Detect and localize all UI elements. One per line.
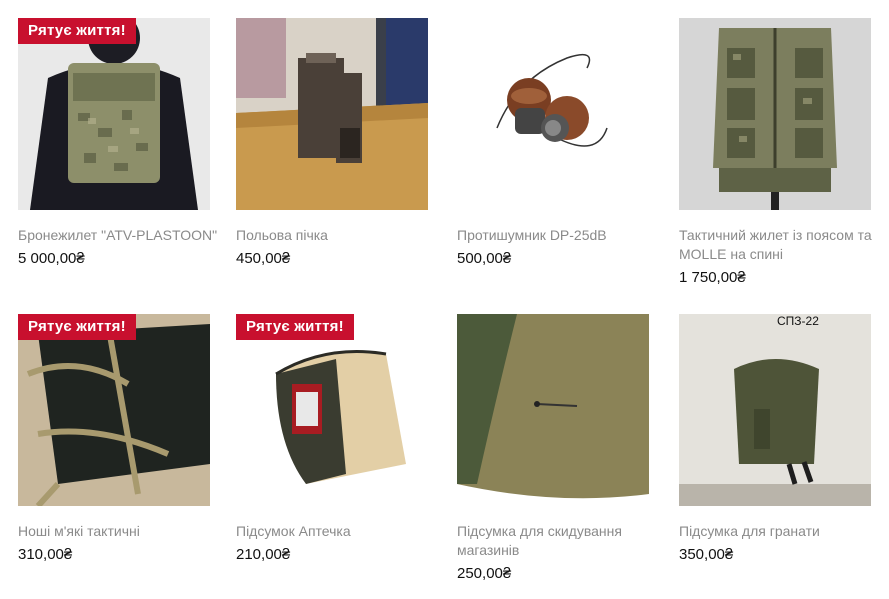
- product-title[interactable]: Підсумок Аптечка: [236, 522, 436, 541]
- product-card[interactable]: Підсумка для скидування магазинів 250,00…: [457, 314, 649, 584]
- product-price: 350,00₴: [679, 546, 734, 563]
- product-card[interactable]: Польова пічка 450,00₴: [236, 18, 428, 269]
- product-card[interactable]: СПЗ-22 Підсумка для гранати 350,00₴: [679, 314, 871, 565]
- product-title[interactable]: Підсумка для гранати: [679, 522, 879, 541]
- product-card[interactable]: Рятує життя! Підсумок Аптечка 210,00₴: [236, 314, 428, 565]
- product-title[interactable]: Протишумник DP-25dB: [457, 226, 657, 245]
- product-image-armor-vest[interactable]: Рятує життя!: [18, 18, 210, 210]
- product-card[interactable]: Тактичний жилет із поясом та MOLLE на сп…: [679, 18, 872, 288]
- badge-saves-lives: Рятує життя!: [236, 314, 354, 340]
- product-image-field-stove[interactable]: [236, 18, 428, 210]
- product-image-grenade-pouch[interactable]: СПЗ-22: [679, 314, 871, 506]
- product-price: 450,00₴: [236, 250, 291, 267]
- product-price: 310,00₴: [18, 546, 73, 563]
- product-card[interactable]: Рятує життя! Бронежилет "ATV-PLASTOON" 5…: [18, 18, 217, 269]
- product-title[interactable]: Бронежилет "ATV-PLASTOON": [18, 226, 218, 245]
- product-price: 5 000,00₴: [18, 250, 85, 267]
- product-title[interactable]: Польова пічка: [236, 226, 436, 245]
- product-image-soft-stretcher[interactable]: Рятує життя!: [18, 314, 210, 506]
- product-price: 500,00₴: [457, 250, 512, 267]
- image-label: СПЗ-22: [777, 314, 819, 328]
- product-price: 210,00₴: [236, 546, 291, 563]
- product-card[interactable]: Рятує життя! Ноші м'які тактичні 310,00₴: [18, 314, 210, 565]
- badge-saves-lives: Рятує життя!: [18, 18, 136, 44]
- product-image-tactical-vest[interactable]: [679, 18, 871, 210]
- product-title[interactable]: Ноші м'які тактичні: [18, 522, 218, 541]
- product-title[interactable]: Тактичний жилет із поясом та MOLLE на сп…: [679, 226, 879, 264]
- product-image-dump-pouch[interactable]: [457, 314, 649, 506]
- product-card[interactable]: Протишумник DP-25dB 500,00₴: [457, 18, 649, 269]
- product-image-earplugs[interactable]: [457, 18, 649, 210]
- product-image-first-aid-pouch[interactable]: Рятує життя!: [236, 314, 428, 506]
- product-title[interactable]: Підсумка для скидування магазинів: [457, 522, 657, 560]
- badge-saves-lives: Рятує життя!: [18, 314, 136, 340]
- product-price: 250,00₴: [457, 565, 512, 582]
- product-price: 1 750,00₴: [679, 269, 746, 286]
